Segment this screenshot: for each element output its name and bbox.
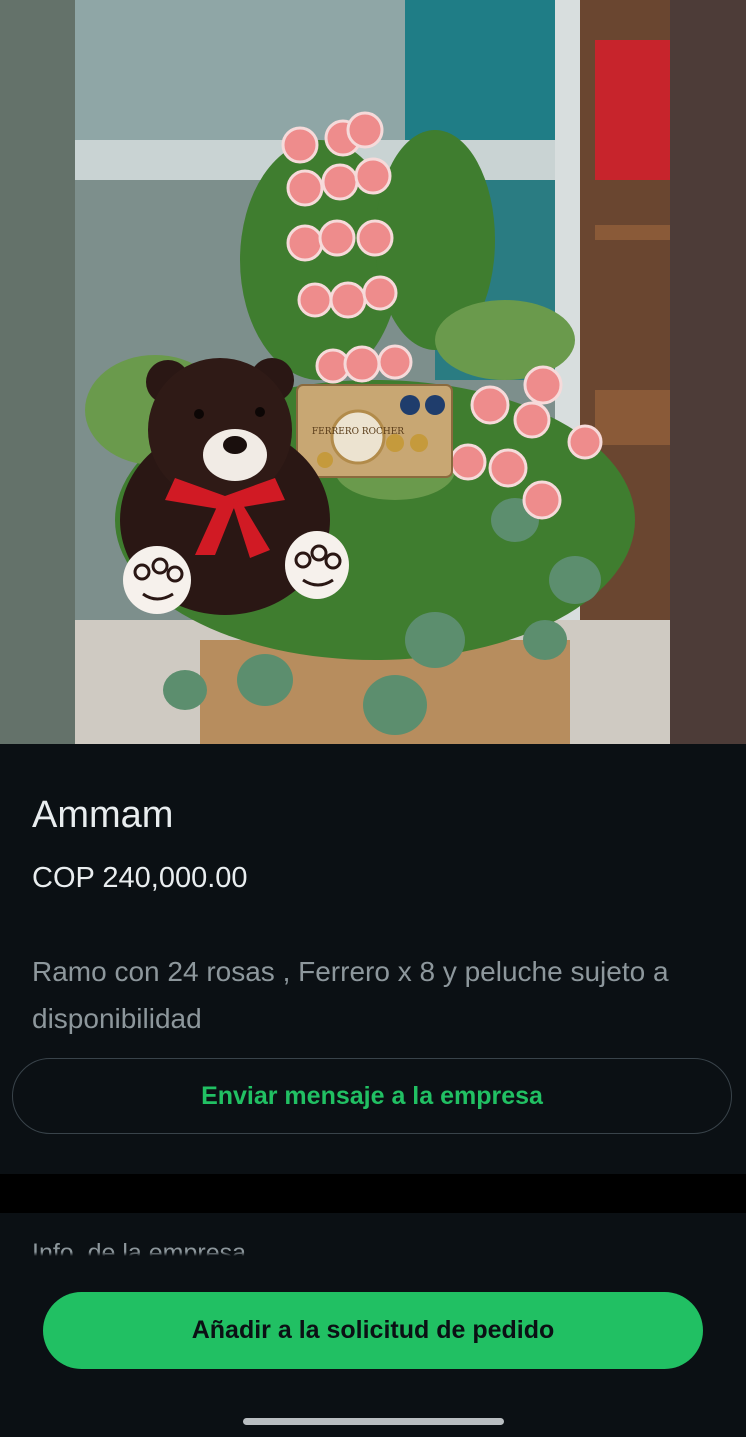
home-indicator[interactable] <box>243 1418 504 1425</box>
product-description: Ramo con 24 rosas , Ferrero x 8 y peluch… <box>32 956 669 1034</box>
product-name: Ammam <box>32 794 174 836</box>
image-blur-left <box>0 0 75 744</box>
image-blur-right <box>670 0 746 744</box>
section-divider <box>0 1174 746 1213</box>
product-info-card: Ammam COP 240,000.00 Ramo con 24 rosas ,… <box>0 744 746 1174</box>
message-business-button[interactable]: Enviar mensaje a la empresa <box>12 1058 732 1134</box>
chocolate-box: FERRERO ROCHER <box>296 384 453 478</box>
product-photo[interactable]: FERRERO ROCHER <box>75 0 670 744</box>
add-to-order-button[interactable]: Añadir a la solicitud de pedido <box>43 1292 703 1369</box>
product-price: COP 240,000.00 <box>32 862 248 894</box>
product-image-area[interactable]: FERRERO ROCHER <box>0 0 746 744</box>
